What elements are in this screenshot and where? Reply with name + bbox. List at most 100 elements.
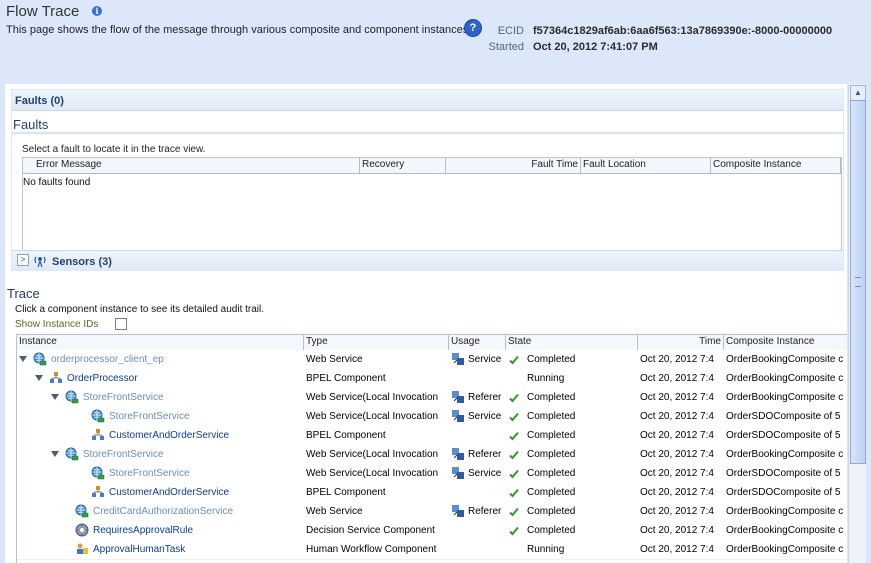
composite-instance-cell[interactable]: OrderBookingComposite c bbox=[726, 350, 847, 369]
composite-instance-cell[interactable]: OrderBookingComposite c bbox=[726, 540, 847, 559]
column-type[interactable]: Type bbox=[304, 335, 449, 350]
composite-instance-cell[interactable]: OrderBookingComposite c bbox=[726, 502, 847, 521]
empty-faults-message: No faults found bbox=[23, 177, 91, 188]
composite-instance-cell[interactable]: OrderSDOComposite of 5 bbox=[726, 407, 847, 426]
web-service-icon bbox=[65, 390, 79, 404]
scrollbar-thumb[interactable] bbox=[850, 100, 866, 464]
composite-instance-cell[interactable]: OrderBookingComposite c bbox=[726, 521, 847, 540]
table-row[interactable]: RequiresApprovalRule Decision Service Com… bbox=[17, 521, 847, 541]
collapse-icon[interactable] bbox=[19, 356, 27, 362]
column-instance[interactable]: Instance bbox=[17, 335, 304, 350]
scroll-up-button[interactable]: ▲ bbox=[850, 85, 866, 101]
collapse-icon[interactable] bbox=[51, 451, 59, 457]
type-cell: Human Workflow Component bbox=[306, 544, 437, 555]
instance-link[interactable]: RequiresApprovalRule bbox=[93, 521, 193, 540]
page-description: This page shows the flow of the message … bbox=[6, 24, 472, 36]
state-label: Running bbox=[527, 544, 565, 555]
table-row[interactable]: orderprocessor_client_ep Web Service Servi… bbox=[17, 350, 847, 370]
usage-cell bbox=[449, 521, 506, 540]
usage-cell: Service bbox=[449, 464, 506, 483]
completed-check-icon bbox=[509, 505, 519, 517]
sensors-label[interactable]: Sensors (3) bbox=[52, 256, 112, 268]
instance-link[interactable]: StoreFrontService bbox=[109, 407, 190, 426]
instance-link[interactable]: CustomerAndOrderService bbox=[109, 426, 229, 445]
usage-label: Service bbox=[468, 411, 502, 422]
instance-link[interactable]: StoreFrontService bbox=[83, 445, 164, 464]
column-time[interactable]: Time bbox=[638, 335, 724, 350]
column-fault-time[interactable]: Fault Time bbox=[446, 158, 581, 173]
trace-title: Trace bbox=[7, 286, 40, 301]
instance-link[interactable]: CreditCardAuthorizationService bbox=[93, 502, 233, 521]
instance-link[interactable]: OrderProcessor bbox=[67, 369, 138, 388]
composite-instance-cell[interactable]: OrderSDOComposite of 5 bbox=[726, 426, 847, 445]
column-usage[interactable]: Usage bbox=[449, 335, 506, 350]
state-label: Completed bbox=[527, 354, 576, 365]
service-reference-icon bbox=[451, 352, 465, 366]
vertical-scrollbar[interactable]: ▲ bbox=[848, 84, 866, 563]
instance-link[interactable]: ApprovalHumanTask bbox=[93, 540, 185, 559]
table-row[interactable]: CustomerAndOrderService BPEL Component Com… bbox=[17, 426, 847, 446]
table-row[interactable]: StoreFrontService Web Service(Local Invoc… bbox=[17, 464, 847, 484]
web-service-icon bbox=[91, 466, 105, 480]
composite-instance-cell[interactable]: OrderSDOComposite of 5 bbox=[726, 483, 847, 502]
collapse-icon[interactable] bbox=[51, 394, 59, 400]
trace-table: Instance Type Usage State Time Composite… bbox=[16, 334, 847, 563]
table-row[interactable]: StoreFrontService Web Service(Local Invoc… bbox=[17, 445, 847, 465]
sensor-antenna-icon bbox=[32, 252, 48, 268]
table-row[interactable]: ApprovalHumanTask Human Workflow Componen… bbox=[17, 540, 847, 560]
usage-label: Referer bbox=[468, 449, 502, 460]
faults-panel-label[interactable]: Faults (0) bbox=[15, 95, 64, 107]
table-row[interactable]: StoreFrontService Web Service(Local Invoc… bbox=[17, 388, 847, 408]
expand-icon[interactable]: > bbox=[17, 254, 29, 266]
instance-link[interactable]: CustomerAndOrderService bbox=[109, 483, 229, 502]
state-cell: Running bbox=[506, 540, 638, 559]
column-error-message[interactable]: Error Message bbox=[23, 158, 360, 173]
completed-check-icon bbox=[509, 486, 519, 498]
instance-link[interactable]: StoreFrontService bbox=[83, 388, 164, 407]
web-service-icon bbox=[33, 352, 47, 366]
started-value: Oct 20, 2012 7:41:07 PM bbox=[533, 41, 658, 53]
instance-cell: orderprocessor_client_ep bbox=[17, 350, 304, 369]
page-title: Flow Trace bbox=[6, 3, 80, 20]
page-header: Flow Trace i This page shows the flow of… bbox=[0, 0, 871, 83]
column-recovery[interactable]: Recovery bbox=[360, 158, 446, 173]
column-composite-instance[interactable]: Composite Instance bbox=[711, 158, 841, 173]
state-cell: Completed bbox=[506, 502, 638, 521]
instance-cell: ApprovalHumanTask bbox=[17, 540, 304, 559]
instance-link[interactable]: StoreFrontService bbox=[109, 464, 190, 483]
sensors-panel-header[interactable]: > Sensors (3) bbox=[12, 250, 843, 271]
main-content: Faults (0) Faults Select a fault to loca… bbox=[5, 84, 847, 563]
info-icon[interactable]: i bbox=[92, 6, 102, 16]
state-cell: Completed bbox=[506, 483, 638, 502]
state-label: Completed bbox=[527, 468, 576, 479]
composite-instance-cell[interactable]: OrderBookingComposite c bbox=[726, 369, 847, 388]
usage-cell: Referer bbox=[449, 445, 506, 464]
service-reference-icon bbox=[451, 409, 465, 423]
bpel-component-icon bbox=[91, 428, 105, 442]
state-cell: Completed bbox=[506, 407, 638, 426]
collapse-icon[interactable] bbox=[35, 375, 43, 381]
instance-cell: StoreFrontService bbox=[17, 445, 304, 464]
type-cell: Web Service(Local Invocation bbox=[306, 392, 439, 403]
faults-panel-header[interactable]: Faults (0) bbox=[12, 90, 843, 111]
instance-link[interactable]: orderprocessor_client_ep bbox=[51, 350, 164, 369]
table-row[interactable]: OrderProcessor BPEL Component Running Oct 2… bbox=[17, 369, 847, 389]
column-fault-location[interactable]: Fault Location bbox=[581, 158, 711, 173]
composite-instance-cell[interactable]: OrderBookingComposite c bbox=[726, 445, 847, 464]
faults-table-header: Error Message Recovery Fault Time Fault … bbox=[23, 158, 841, 174]
state-cell: Completed bbox=[506, 464, 638, 483]
state-cell: Completed bbox=[506, 445, 638, 464]
composite-instance-cell[interactable]: OrderSDOComposite of 5 bbox=[726, 464, 847, 483]
started-label: Started bbox=[488, 41, 524, 53]
state-label: Running bbox=[527, 373, 565, 384]
trace-table-header: Instance Type Usage State Time Composite… bbox=[17, 335, 847, 351]
table-row[interactable]: CreditCardAuthorizationService Web Servic… bbox=[17, 502, 847, 522]
state-label: Completed bbox=[527, 392, 576, 403]
composite-instance-cell[interactable]: OrderBookingComposite c bbox=[726, 388, 847, 407]
table-row[interactable]: StoreFrontService Web Service(Local Invoc… bbox=[17, 407, 847, 427]
column-composite-instance[interactable]: Composite Instance bbox=[724, 335, 847, 350]
table-row[interactable]: CustomerAndOrderService BPEL Component Com… bbox=[17, 483, 847, 503]
instance-cell: CustomerAndOrderService bbox=[17, 426, 304, 445]
column-state[interactable]: State bbox=[506, 335, 638, 350]
show-instance-ids-checkbox[interactable] bbox=[115, 318, 127, 330]
